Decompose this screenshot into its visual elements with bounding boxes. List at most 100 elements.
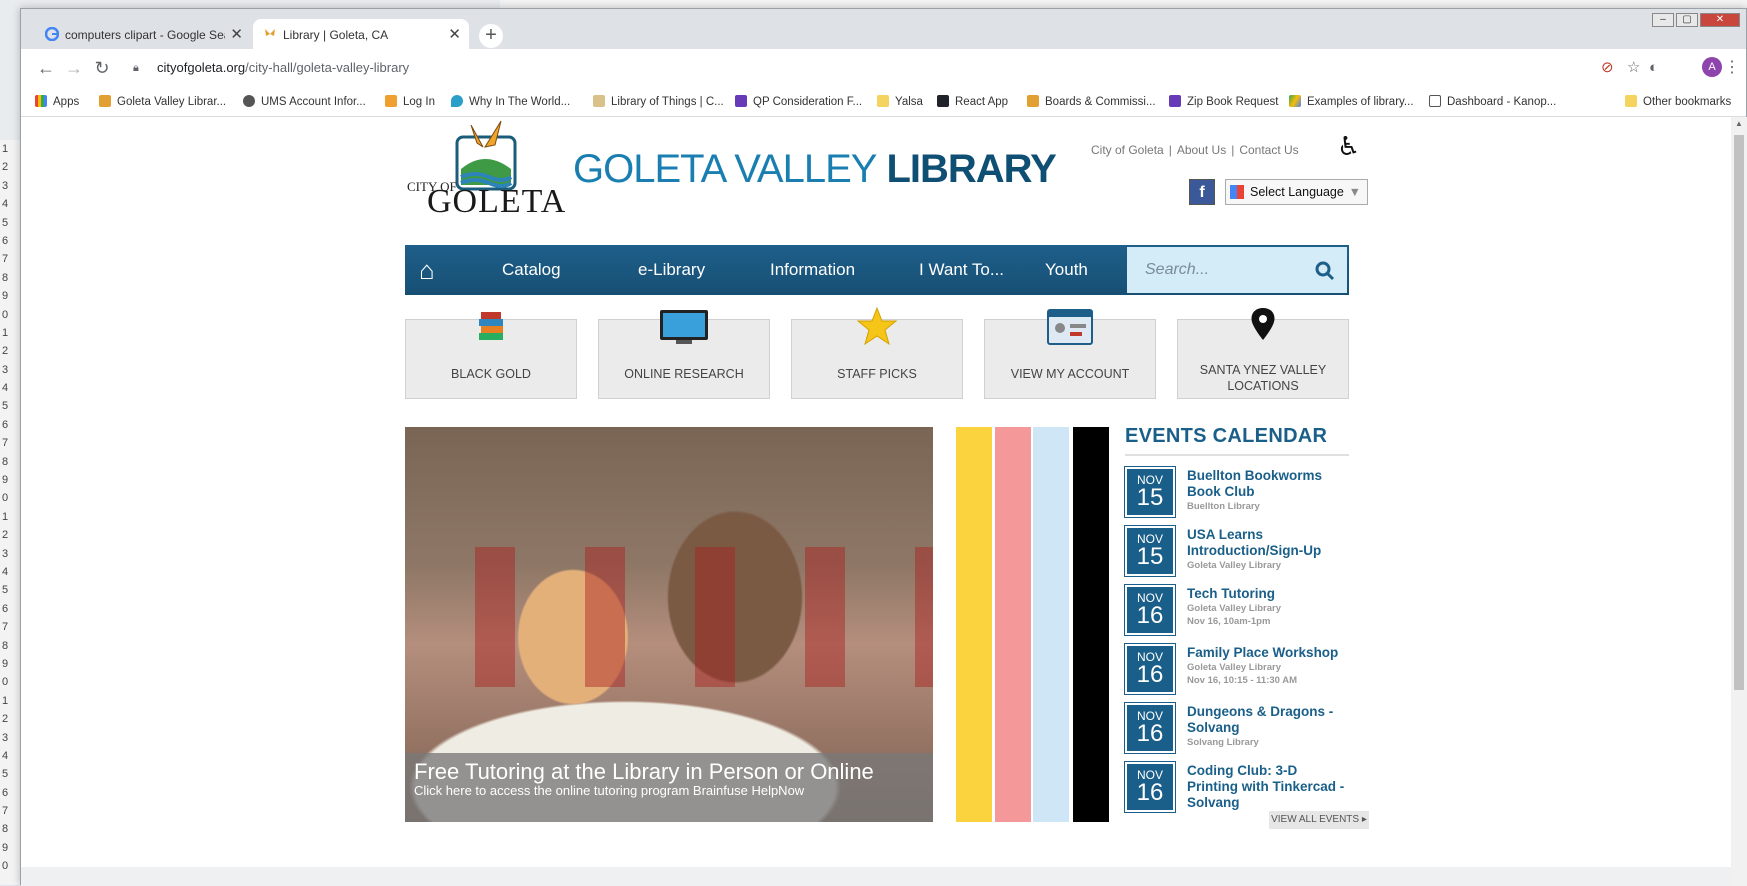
nav-catalog[interactable]: Catalog (502, 245, 561, 295)
accessibility-icon[interactable]: ♿︎ (1337, 131, 1360, 162)
bookmark-item[interactable]: Apps (35, 95, 79, 108)
bookmark-item[interactable]: React App (937, 95, 1008, 108)
quicklink-santa-ynez[interactable]: SANTA YNEZ VALLEY LOCATIONS (1177, 308, 1349, 399)
link-city-of-goleta[interactable]: City of Goleta (1091, 143, 1164, 157)
extension-icon[interactable]: ◐ (1649, 59, 1658, 76)
menu-icon[interactable]: ⋮ (1724, 57, 1740, 77)
row-number: 1 (2, 326, 9, 339)
bookmark-item[interactable]: Examples of library... (1289, 95, 1414, 108)
event-item[interactable]: NOV 16 Tech Tutoring Goleta Valley Library… (1124, 584, 1349, 637)
bookmark-item[interactable]: Dashboard - Kanop... (1429, 95, 1556, 108)
nav-e-library[interactable]: e-Library (638, 245, 705, 295)
bookmark-item[interactable]: Zip Book Request (1169, 95, 1278, 108)
tab-google-search[interactable]: computers clipart - Google Search ✕ (35, 19, 251, 49)
close-window-icon[interactable]: ✕ (1700, 13, 1740, 27)
bookmark-item[interactable]: QP Consideration F... (735, 95, 862, 108)
tab-library[interactable]: Library | Goleta, CA ✕ (253, 19, 469, 49)
slide-tab-pink[interactable] (995, 427, 1031, 822)
event-date: NOV 16 (1124, 702, 1176, 754)
butterfly-icon (265, 29, 275, 36)
quicklink-staff-picks[interactable]: STAFF PICKS (791, 306, 963, 399)
search-input[interactable] (1127, 247, 1307, 293)
link-about-us[interactable]: About Us (1177, 143, 1226, 157)
scroll-thumb[interactable] (1734, 135, 1744, 690)
bookmark-item[interactable]: Boards & Commissi... (1027, 95, 1156, 108)
close-tab-icon[interactable]: ✕ (448, 25, 461, 43)
bookmark-item[interactable]: Log In (385, 95, 435, 108)
event-name[interactable]: Family Place Workshop (1187, 645, 1349, 661)
forward-icon[interactable]: → (61, 55, 87, 81)
bookmark-item[interactable]: UMS Account Infor... (243, 95, 366, 108)
maximize-icon[interactable]: ▢ (1676, 13, 1698, 27)
address-bar[interactable]: 🔒︎ cityofgoleta.org/city-hall/goleta-val… (121, 53, 1676, 83)
row-number: 5 (2, 584, 9, 597)
slide-tab-black[interactable] (1073, 427, 1109, 822)
bookmark-star-icon[interactable]: ☆ (1627, 53, 1640, 83)
star-icon (856, 306, 898, 346)
event-date: NOV 16 (1124, 643, 1176, 695)
nav-i-want-to[interactable]: I Want To... (919, 245, 1004, 295)
profile-avatar[interactable]: A (1702, 57, 1722, 77)
quicklink-view-my-account[interactable]: VIEW MY ACCOUNT (984, 309, 1156, 399)
slide-subtitle[interactable]: Click here to access the online tutoring… (414, 783, 804, 798)
row-number: 2 (2, 345, 9, 358)
event-name[interactable]: Dungeons & Dragons - Solvang (1187, 704, 1349, 736)
blocked-icon[interactable]: ⊘ (1601, 53, 1614, 83)
row-number: 2 (2, 529, 9, 542)
slide-title: Free Tutoring at the Library in Person o… (414, 759, 874, 784)
link-contact-us[interactable]: Contact Us (1239, 143, 1298, 157)
city-logo[interactable]: CITY OF GOLETA (405, 119, 565, 220)
footer-band (21, 867, 1731, 886)
event-item[interactable]: NOV 16 Dungeons & Dragons - Solvang Solvan… (1124, 702, 1349, 755)
event-name[interactable]: USA Learns Introduction/Sign-Up (1187, 527, 1349, 559)
drive-icon (1289, 95, 1301, 107)
minimize-icon[interactable]: – (1652, 13, 1674, 27)
tab-strip: computers clipart - Google Search ✕ Libr… (21, 9, 1746, 49)
event-location: Buellton Library (1187, 501, 1260, 512)
close-tab-icon[interactable]: ✕ (230, 25, 243, 43)
scroll-up-icon[interactable]: ▲ (1735, 119, 1743, 128)
slide-tab-yellow[interactable] (956, 427, 992, 822)
bookmark-item[interactable]: Yalsa (877, 95, 923, 108)
row-number: 1 (2, 510, 9, 523)
new-tab-button[interactable]: + (479, 24, 503, 48)
nav-youth[interactable]: Youth (1045, 245, 1088, 295)
event-item[interactable]: NOV 15 Buellton Bookworms Book Club Buellt… (1124, 466, 1349, 519)
quicklink-online-research[interactable]: ONLINE RESEARCH (598, 310, 770, 399)
row-number: 9 (2, 474, 9, 487)
facebook-icon[interactable]: f (1189, 179, 1215, 205)
nav-information[interactable]: Information (770, 245, 855, 295)
reload-icon[interactable]: ↻ (89, 55, 115, 81)
event-name[interactable]: Tech Tutoring (1187, 586, 1349, 602)
event-time: Nov 16, 10am-1pm (1187, 616, 1271, 627)
row-number: 6 (2, 602, 9, 615)
back-icon[interactable]: ← (33, 55, 59, 81)
folder-icon (877, 95, 889, 107)
search-icon[interactable] (1313, 259, 1337, 283)
logo-goleta-text: GOLETA (427, 183, 567, 220)
view-all-events-button[interactable]: VIEW ALL EVENTS ▸ (1269, 811, 1369, 829)
other-bookmarks[interactable]: Other bookmarks (1625, 95, 1731, 108)
bookmark-item[interactable]: Why In The World... (451, 95, 570, 108)
event-item[interactable]: NOV 16 Coding Club: 3-D Printing with Tin… (1124, 761, 1349, 814)
event-item[interactable]: NOV 15 USA Learns Introduction/Sign-Up Gol… (1124, 525, 1349, 578)
page-scrollbar[interactable]: ▲ (1731, 117, 1747, 886)
hero-slide[interactable]: Free Tutoring at the Library in Person o… (405, 427, 933, 822)
language-select[interactable]: Select Language ▼ (1225, 179, 1368, 205)
quicklink-black-gold[interactable]: BLACK GOLD (405, 312, 577, 399)
event-name[interactable]: Coding Club: 3-D Printing with Tinkercad… (1187, 763, 1349, 811)
row-number: 7 (2, 437, 9, 450)
bookmark-item[interactable]: Goleta Valley Librar... (99, 95, 226, 108)
slide-tab-blue[interactable] (1033, 427, 1069, 822)
row-number: 4 (2, 198, 9, 211)
event-name[interactable]: Buellton Bookworms Book Club (1187, 468, 1349, 500)
bookmark-item[interactable]: Library of Things | C... (593, 95, 724, 108)
account-card-icon (1047, 309, 1093, 345)
event-item[interactable]: NOV 16 Family Place Workshop Goleta Valley… (1124, 643, 1349, 696)
row-number: 3 (2, 179, 9, 192)
folder-icon (1625, 95, 1637, 107)
row-number: 8 (2, 639, 9, 652)
globe-icon (243, 95, 255, 107)
home-icon[interactable]: ⌂ (419, 245, 453, 295)
event-location: Solvang Library (1187, 737, 1259, 748)
